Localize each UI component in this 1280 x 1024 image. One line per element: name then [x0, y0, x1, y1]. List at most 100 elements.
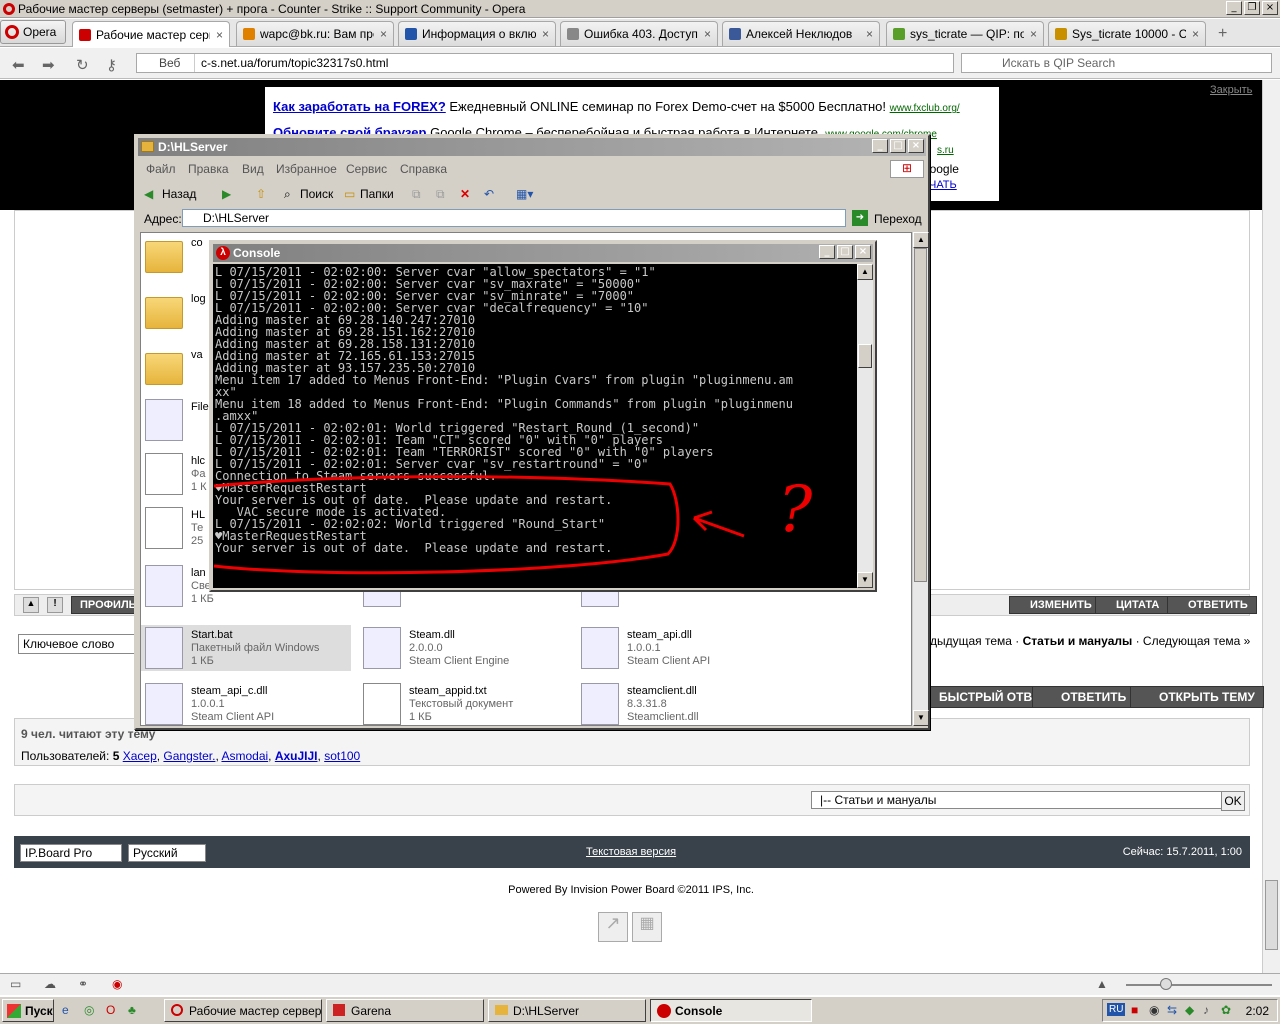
- volume-icon[interactable]: ♪: [1203, 1003, 1209, 1017]
- file-item[interactable]: steam_appid.txt Текстовый документ 1 КБ: [359, 681, 569, 725]
- tab-2[interactable]: Информация о включ... ×: [398, 21, 556, 46]
- close-tab-icon[interactable]: ×: [216, 28, 223, 42]
- ok-button[interactable]: OK: [1221, 791, 1245, 811]
- undo-icon[interactable]: ↶: [484, 187, 494, 201]
- forward-arrow-icon[interactable]: ▶: [222, 187, 231, 201]
- task-console[interactable]: Console: [650, 999, 812, 1022]
- page-scrollbar[interactable]: [1262, 80, 1280, 973]
- scroll-thumb[interactable]: [1265, 880, 1278, 950]
- menu-edit[interactable]: Правка: [188, 162, 229, 176]
- forward-icon[interactable]: ➡: [42, 56, 55, 74]
- menu-help[interactable]: Справка: [400, 162, 447, 176]
- back-button[interactable]: Назад: [162, 187, 196, 201]
- close-tab-icon[interactable]: ×: [704, 27, 711, 41]
- cloud-icon[interactable]: ☁: [44, 977, 56, 991]
- app-icon[interactable]: ♣: [128, 1003, 136, 1017]
- user-link[interactable]: sot100: [324, 749, 360, 763]
- language-select[interactable]: Русский: [128, 844, 206, 862]
- delete-icon[interactable]: ✕: [460, 187, 470, 201]
- explorer-maximize-button[interactable]: □: [890, 139, 906, 153]
- new-tab-icon[interactable]: +: [1218, 25, 1227, 43]
- tab-5[interactable]: sys_ticrate — QIP: по... ×: [886, 21, 1044, 46]
- file-item[interactable]: steamclient.dll 8.3.31.8 Steamclient.dll: [577, 681, 787, 725]
- maximize-button[interactable]: ❐: [1244, 1, 1260, 15]
- opera-icon[interactable]: O: [106, 1003, 115, 1017]
- console-scrollbar[interactable]: ▲ ▼: [857, 264, 873, 588]
- explorer-scrollbar[interactable]: ▲ ▼: [912, 232, 929, 726]
- close-tab-icon[interactable]: ×: [542, 27, 549, 41]
- scroll-down-button[interactable]: ▼: [913, 710, 929, 726]
- file-item[interactable]: steam_api.dll 1.0.0.1 Steam Client API: [577, 625, 787, 671]
- next-topic-link[interactable]: Следующая тема »: [1143, 634, 1250, 648]
- network-icon[interactable]: ⇆: [1167, 1003, 1177, 1017]
- tab-0[interactable]: Рабочие мастер серв... ×: [72, 21, 230, 47]
- console-scroll-down[interactable]: ▼: [857, 572, 873, 588]
- views-icon[interactable]: ▦▾: [516, 187, 533, 201]
- tab-3[interactable]: Ошибка 403. Доступ ... ×: [560, 21, 718, 46]
- ad-partial-link[interactable]: ЧАТЬ: [929, 179, 957, 191]
- move-icon[interactable]: ⧉: [412, 187, 421, 202]
- file-item[interactable]: Start.bat Пакетный файл Windows 1 КБ: [141, 625, 351, 671]
- minimize-button[interactable]: _: [1226, 1, 1242, 15]
- steam-icon[interactable]: ◉: [1149, 1003, 1159, 1017]
- user-link[interactable]: AxuJIJI: [275, 749, 318, 763]
- start-button[interactable]: Пуск: [2, 999, 54, 1022]
- console-scroll-thumb[interactable]: [858, 344, 872, 368]
- explorer-minimize-button[interactable]: _: [872, 139, 888, 153]
- search-button[interactable]: Поиск: [300, 187, 333, 201]
- zoom-handle[interactable]: [1160, 978, 1172, 990]
- go-button[interactable]: Переход: [874, 212, 922, 226]
- new-topic-button[interactable]: ОТКРЫТЬ ТЕМУ: [1130, 686, 1264, 708]
- task-explorer[interactable]: D:\HLServer: [488, 999, 646, 1022]
- explorer-scroll-thumb[interactable]: [914, 248, 927, 582]
- copy-icon[interactable]: ⧉: [436, 187, 445, 202]
- forum-jump-select[interactable]: |-- Статьи и мануалы: [811, 791, 1231, 809]
- close-tab-icon[interactable]: ×: [380, 27, 387, 41]
- zoom-slider[interactable]: [1126, 984, 1272, 986]
- user-link[interactable]: Хасер: [123, 749, 157, 763]
- opera-menu-button[interactable]: Opera: [0, 20, 66, 44]
- language-indicator[interactable]: RU: [1107, 1003, 1126, 1016]
- reply-button[interactable]: ОТВЕТИТЬ: [1032, 686, 1136, 708]
- back-icon[interactable]: ⬅: [12, 56, 25, 74]
- explorer-close-button[interactable]: ×: [908, 139, 924, 153]
- close-tab-icon[interactable]: ×: [866, 27, 873, 41]
- close-button[interactable]: ×: [1262, 1, 1278, 15]
- skin-select[interactable]: IP.Board Pro: [20, 844, 122, 862]
- close-tab-icon[interactable]: ×: [1030, 27, 1037, 41]
- task-opera[interactable]: Рабочие мастер сервер...: [164, 999, 322, 1022]
- qip-icon[interactable]: ◎: [84, 1003, 94, 1017]
- ad-site[interactable]: www.fxclub.org/: [890, 103, 960, 114]
- explorer-address-field[interactable]: D:\HLServer: [182, 209, 846, 227]
- report-icon[interactable]: !: [47, 597, 63, 613]
- console-maximize-button[interactable]: □: [837, 245, 853, 259]
- qip-tray-icon[interactable]: ✿: [1221, 1003, 1231, 1017]
- menu-tools[interactable]: Сервис: [346, 162, 387, 176]
- go-arrow-icon[interactable]: ➜: [852, 210, 868, 226]
- console-close-button[interactable]: ×: [855, 245, 871, 259]
- user-link[interactable]: Asmodai: [221, 749, 268, 763]
- reload-icon[interactable]: ↻: [76, 56, 89, 74]
- search-input[interactable]: Искать в QIP Search: [961, 53, 1272, 73]
- key-icon[interactable]: ⚷: [106, 56, 117, 74]
- task-garena[interactable]: Garena: [326, 999, 484, 1022]
- quote-button[interactable]: ЦИТАТА: [1095, 596, 1169, 614]
- section-link[interactable]: Статьи и мануалы: [1023, 634, 1133, 648]
- keyword-search-input[interactable]: Ключевое слово: [18, 634, 138, 654]
- nvidia-icon[interactable]: ◆: [1185, 1003, 1194, 1017]
- up-icon[interactable]: ▲: [23, 597, 39, 613]
- menu-favorites[interactable]: Избранное: [276, 162, 337, 176]
- tray-icon[interactable]: ■: [1131, 1003, 1138, 1017]
- tab-4[interactable]: Алексей Неклюдов ×: [722, 21, 880, 46]
- prev-topic-link[interactable]: дыдущая тема: [930, 634, 1012, 648]
- tab-6[interactable]: Sys_ticrate 10000 - C... ×: [1048, 21, 1206, 46]
- close-tab-icon[interactable]: ×: [1192, 27, 1199, 41]
- menu-view[interactable]: Вид: [242, 162, 264, 176]
- back-arrow-icon[interactable]: ◀: [144, 187, 153, 201]
- user-link[interactable]: Gangster.: [163, 749, 215, 763]
- reply-small-button[interactable]: ОТВЕТИТЬ: [1167, 596, 1257, 614]
- turbo-icon[interactable]: ◉: [112, 977, 122, 991]
- share-icon[interactable]: ↗: [598, 912, 628, 942]
- address-field[interactable]: Веб c-s.net.ua/forum/topic32317s0.html: [136, 53, 954, 73]
- up-folder-icon[interactable]: ⇧: [256, 187, 266, 201]
